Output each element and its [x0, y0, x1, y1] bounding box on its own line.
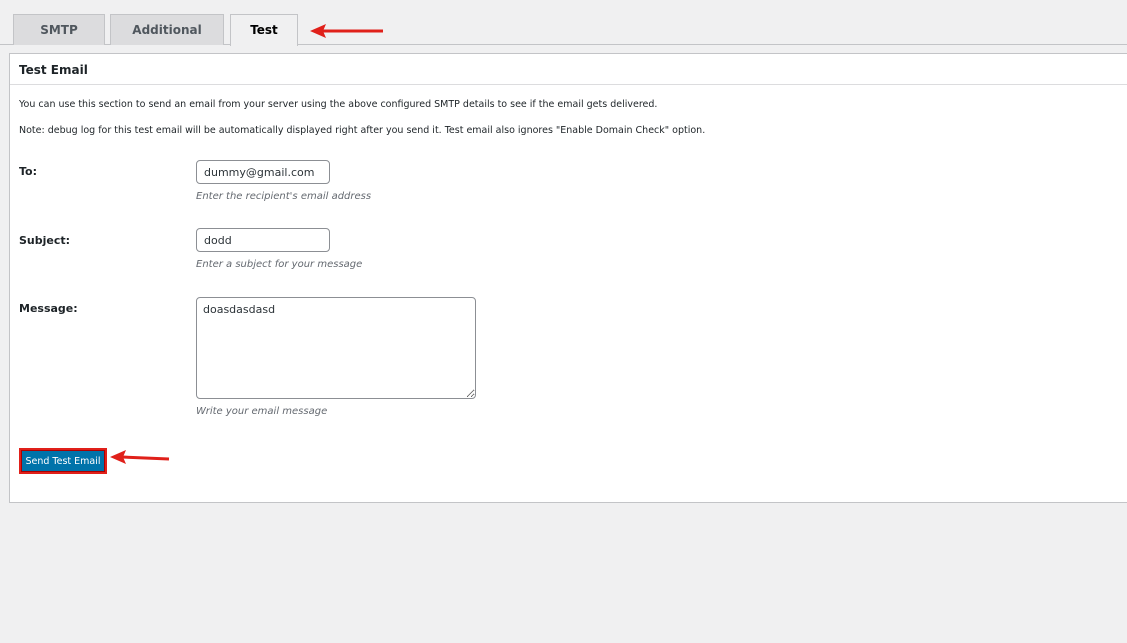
to-email-input[interactable]	[196, 160, 330, 184]
settings-tabs: SMTP Settings Additional Settings Test E…	[0, 0, 1127, 67]
subject-hint: Enter a subject for your message	[196, 259, 363, 270]
message-textarea[interactable]: doasdasdasd	[196, 297, 476, 399]
message-label: Message:	[19, 302, 78, 315]
test-email-panel: Test Email You can use this section to s…	[9, 53, 1127, 503]
to-label: To:	[19, 165, 37, 178]
message-hint: Write your email message	[196, 406, 328, 417]
send-test-email-button[interactable]: Send Test Email	[19, 448, 107, 474]
tab-test-email[interactable]: Test Email	[230, 14, 298, 67]
annotation-arrow-button	[110, 450, 170, 464]
panel-title: Test Email	[10, 54, 1127, 85]
subject-label: Subject:	[19, 234, 71, 247]
note-text: debug log for this test email will be au…	[44, 125, 706, 136]
to-hint: Enter the recipient's email address	[196, 191, 372, 202]
subject-input[interactable]	[196, 228, 330, 252]
panel-note: Note: debug log for this test email will…	[19, 125, 705, 136]
panel-description: You can use this section to send an emai…	[19, 99, 658, 110]
note-label: Note:	[19, 125, 45, 136]
tab-additional-settings[interactable]: Additional Settings	[110, 14, 224, 67]
tab-smtp-settings[interactable]: SMTP Settings	[13, 14, 105, 67]
annotation-arrow-tab	[310, 24, 383, 38]
